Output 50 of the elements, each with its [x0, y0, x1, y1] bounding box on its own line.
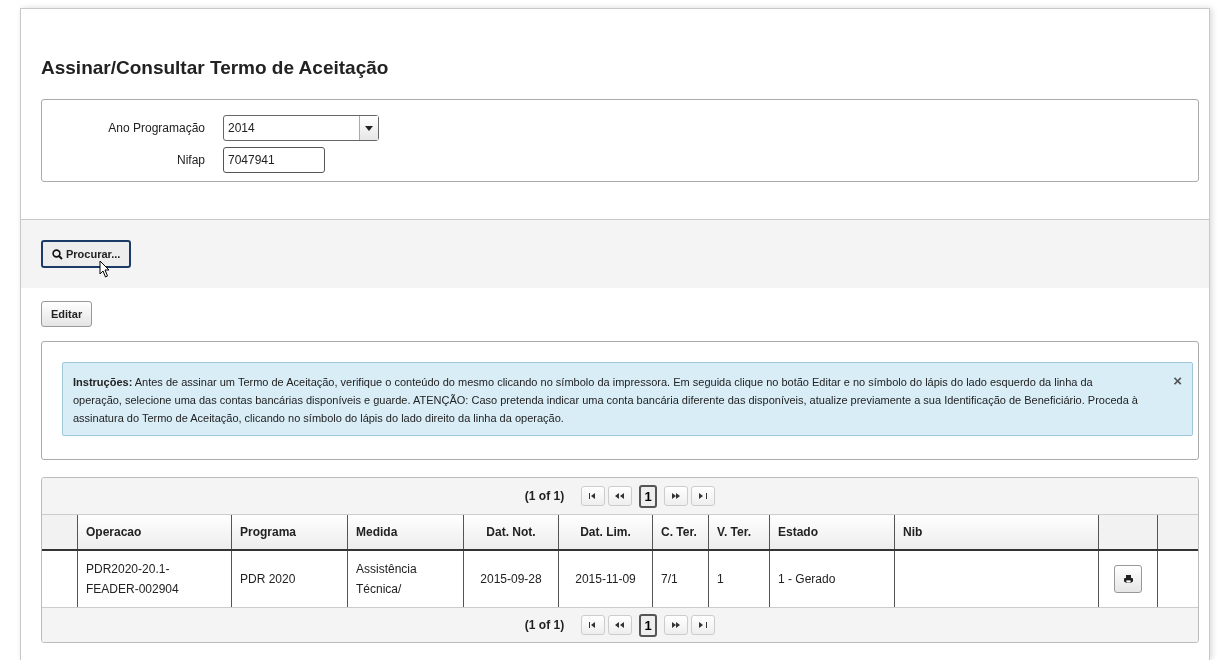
page-number-button[interactable]: 1: [639, 484, 658, 508]
printer-icon: [1123, 575, 1133, 583]
next-page-icon: [671, 493, 682, 499]
previous-page-button[interactable]: [608, 615, 633, 635]
last-page-button[interactable]: [691, 486, 716, 506]
last-page-button[interactable]: [691, 615, 716, 635]
table-cell-text: 2015-09-28: [480, 571, 542, 588]
column-header[interactable]: Estado: [770, 515, 895, 549]
previous-page-button[interactable]: [608, 486, 633, 506]
field-label: Nifap: [176, 153, 206, 167]
field-label: Ano Programação: [107, 121, 206, 135]
column-header[interactable]: Operacao: [78, 515, 232, 549]
nifap-field[interactable]: 7047941: [223, 147, 325, 173]
previous-page-icon: [615, 493, 626, 499]
column-header[interactable]: C. Ter.: [653, 515, 709, 549]
first-page-button[interactable]: [581, 615, 606, 635]
page-info: (1 of 1): [524, 618, 565, 632]
column-header[interactable]: V. Ter.: [709, 515, 770, 549]
table-cell-text: 2015-11-09: [575, 571, 636, 588]
print-button[interactable]: [1114, 565, 1142, 593]
next-page-button[interactable]: [664, 615, 689, 635]
first-page-icon: [588, 493, 598, 499]
previous-page-icon: [615, 622, 626, 628]
year-dropdown[interactable]: 2014: [223, 115, 379, 141]
first-page-icon: [588, 622, 598, 628]
table-cell-text: 1: [717, 571, 724, 588]
page-number-button[interactable]: 1: [639, 613, 658, 637]
table-cell-text: 1 - Gerado: [778, 571, 836, 588]
search-button[interactable]: Procurar...: [41, 240, 132, 268]
column-header[interactable]: Programa: [232, 515, 348, 549]
cursor-icon: [99, 260, 111, 278]
search-icon: [52, 248, 63, 260]
page-info: (1 of 1): [524, 489, 565, 503]
first-page-button[interactable]: [581, 486, 606, 506]
column-header[interactable]: Dat. Not.: [464, 515, 559, 549]
close-button[interactable]: ×: [1173, 373, 1182, 389]
table-cell-text: PDR 2020: [240, 571, 296, 588]
column-header[interactable]: Dat. Lim.: [559, 515, 653, 549]
page-title: Assinar/Consultar Termo de Aceitação: [40, 56, 390, 80]
edit-button[interactable]: Editar: [41, 301, 93, 327]
table-cell-text: PDR2020-20.1-FEADER-002904: [86, 561, 180, 598]
instructions-text: Instruções: Antes de assinar um Termo de Aceitação, verifique o conteúdo do mesmo clicando no símbolo da impressora. Em seguida clique no botão Editar e no símbolo do lápis do lado esquerdo da linha da operação, selecione uma das contas bancárias disponíveis e guarde. ATENÇÃO: Caso pretenda indicar uma conta bancária diferente das disponíveis, atualize previamente a sua Identificação de Beneficiário. Proceda à assinatura do Termo de Aceitação, clicando no símbolo do lápis do lado direito da linha da operação.: [73, 375, 1139, 426]
last-page-icon: [698, 622, 708, 628]
next-page-icon: [671, 622, 682, 628]
column-header[interactable]: Medida: [348, 515, 464, 549]
next-page-button[interactable]: [664, 486, 689, 506]
last-page-icon: [698, 493, 708, 499]
caret-icon: [365, 125, 373, 131]
table-cell-text: Assistência Técnica/: [356, 561, 418, 598]
table-cell-text: 7/1: [661, 571, 678, 588]
